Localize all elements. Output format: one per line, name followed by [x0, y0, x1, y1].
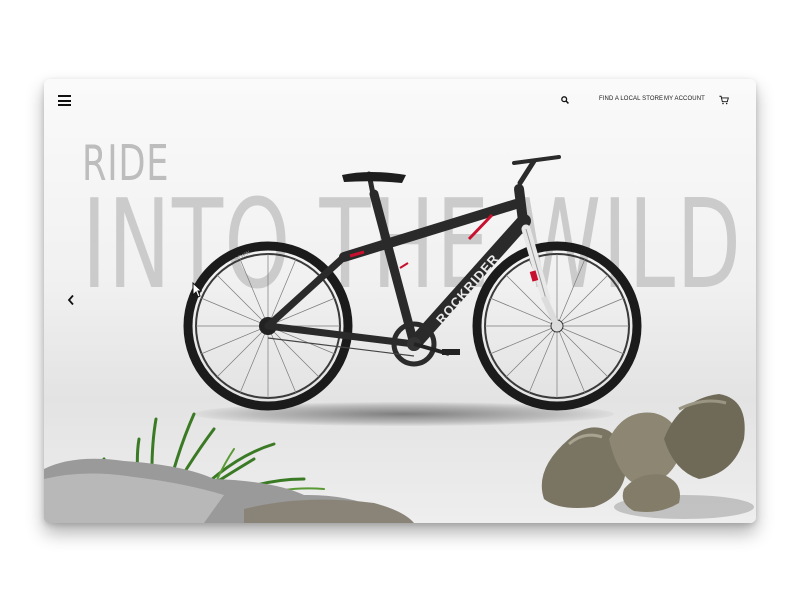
cart-icon[interactable] — [719, 95, 729, 105]
mouse-cursor-icon — [192, 282, 202, 298]
frame-brand: ROCKRIDER — [433, 251, 502, 327]
menu-icon[interactable] — [58, 95, 71, 106]
chevron-left-icon[interactable] — [66, 294, 76, 306]
grass-rock-decoration — [44, 412, 414, 523]
search-icon[interactable] — [561, 96, 569, 104]
rocks-decoration — [541, 394, 754, 519]
saddle — [342, 172, 406, 183]
my-account-link[interactable]: MY ACCOUNT — [664, 96, 705, 102]
hero-card: FIND A LOCAL STORE MY ACCOUNT RIDE INTO … — [44, 79, 756, 523]
find-store-link[interactable]: FIND A LOCAL STORE — [599, 96, 663, 102]
